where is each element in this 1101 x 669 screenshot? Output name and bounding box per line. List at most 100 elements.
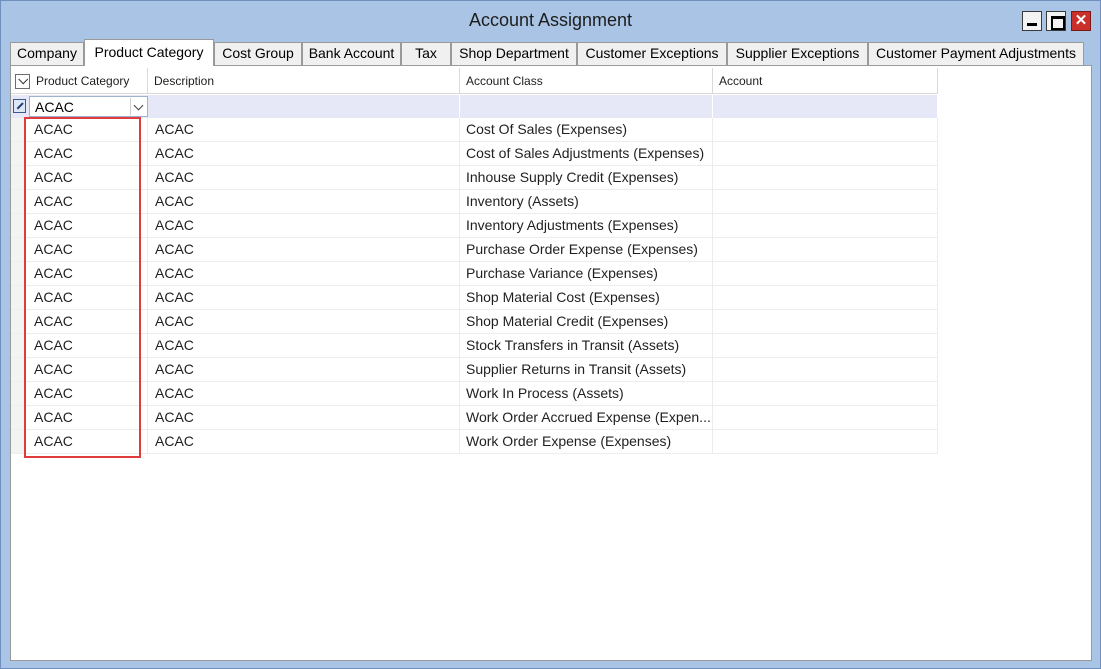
cell-account[interactable] — [713, 382, 938, 405]
row-selector[interactable] — [11, 214, 25, 237]
cell-account-class[interactable]: Inventory (Assets) — [460, 190, 713, 213]
table-row[interactable]: ACAC ACAC Stock Transfers in Transit (Asse… — [11, 334, 938, 358]
cell-account-class[interactable]: Inhouse Supply Credit (Expenses) — [460, 166, 713, 189]
cell-account-class[interactable]: Cost Of Sales (Expenses) — [460, 118, 713, 141]
table-row[interactable]: ACAC ACAC Shop Material Cost (Expenses) — [11, 286, 938, 310]
cell-description[interactable]: ACAC — [148, 190, 460, 213]
table-row[interactable]: ACAC ACAC Work In Process (Assets) — [11, 382, 938, 406]
cell-account[interactable] — [713, 238, 938, 261]
row-selector[interactable] — [11, 262, 25, 285]
cell-description[interactable]: ACAC — [148, 334, 460, 357]
table-row[interactable]: ACAC ACAC Inventory (Assets) — [11, 190, 938, 214]
row-selector[interactable] — [11, 118, 25, 141]
cell-product-category[interactable]: ACAC — [25, 286, 148, 309]
table-row[interactable]: ACAC ACAC Purchase Variance (Expenses) — [11, 262, 938, 286]
minimize-icon[interactable] — [1022, 11, 1042, 31]
cell-account-class[interactable]: Inventory Adjustments (Expenses) — [460, 214, 713, 237]
row-selector[interactable] — [11, 166, 25, 189]
cell-account[interactable] — [713, 262, 938, 285]
tab-company[interactable]: Company — [10, 42, 84, 65]
cell-account-class[interactable]: Shop Material Cost (Expenses) — [460, 286, 713, 309]
tab-customer-exceptions[interactable]: Customer Exceptions — [577, 42, 727, 65]
cell-product-category[interactable]: ACAC — [25, 430, 148, 453]
cell-account-class[interactable]: Work Order Accrued Expense (Expen... — [460, 406, 713, 429]
cell-description[interactable]: ACAC — [148, 262, 460, 285]
table-row[interactable]: ACAC ACAC Inhouse Supply Credit (Expenses) — [11, 166, 938, 190]
account-class-filter-cell[interactable] — [460, 95, 713, 118]
cell-account[interactable] — [713, 334, 938, 357]
cell-account[interactable] — [713, 406, 938, 429]
account-filter-cell[interactable] — [713, 95, 938, 118]
tab-bank-account[interactable]: Bank Account — [302, 42, 401, 65]
row-selector[interactable] — [11, 310, 25, 333]
cell-product-category[interactable]: ACAC — [25, 142, 148, 165]
cell-description[interactable]: ACAC — [148, 286, 460, 309]
table-row[interactable]: ACAC ACAC Shop Material Credit (Expenses) — [11, 310, 938, 334]
column-header-account[interactable]: Account — [713, 68, 938, 94]
table-row[interactable]: ACAC ACAC Purchase Order Expense (Expenses… — [11, 238, 938, 262]
cell-account-class[interactable]: Stock Transfers in Transit (Assets) — [460, 334, 713, 357]
cell-product-category[interactable]: ACAC — [25, 238, 148, 261]
maximize-icon[interactable] — [1046, 11, 1066, 31]
cell-account[interactable] — [713, 310, 938, 333]
cell-product-category[interactable]: ACAC — [25, 334, 148, 357]
column-header-description[interactable]: Description — [148, 68, 460, 94]
cell-product-category[interactable]: ACAC — [25, 358, 148, 381]
tab-customer-payment-adjustments[interactable]: Customer Payment Adjustments — [868, 42, 1084, 65]
tab-supplier-exceptions[interactable]: Supplier Exceptions — [727, 42, 868, 65]
cell-account[interactable] — [713, 118, 938, 141]
table-row[interactable]: ACAC ACAC Cost Of Sales (Expenses) — [11, 118, 938, 142]
description-filter-cell[interactable] — [148, 95, 460, 118]
column-header-account-class[interactable]: Account Class — [460, 68, 713, 94]
tab-tax[interactable]: Tax — [401, 42, 451, 65]
cell-account-class[interactable]: Purchase Order Expense (Expenses) — [460, 238, 713, 261]
cell-product-category[interactable]: ACAC — [25, 382, 148, 405]
cell-account-class[interactable]: Cost of Sales Adjustments (Expenses) — [460, 142, 713, 165]
column-header-product-category[interactable]: Product Category — [11, 68, 148, 94]
table-row[interactable]: ACAC ACAC Work Order Expense (Expenses) — [11, 430, 938, 454]
cell-account[interactable] — [713, 358, 938, 381]
cell-description[interactable]: ACAC — [148, 310, 460, 333]
cell-description[interactable]: ACAC — [148, 406, 460, 429]
cell-description[interactable]: ACAC — [148, 118, 460, 141]
cell-description[interactable]: ACAC — [148, 142, 460, 165]
cell-description[interactable]: ACAC — [148, 358, 460, 381]
cell-description[interactable]: ACAC — [148, 382, 460, 405]
cell-description[interactable]: ACAC — [148, 430, 460, 453]
cell-account[interactable] — [713, 214, 938, 237]
cell-account[interactable] — [713, 142, 938, 165]
cell-product-category[interactable]: ACAC — [25, 190, 148, 213]
column-chooser-icon[interactable] — [15, 74, 30, 89]
filter-edit-icon[interactable] — [13, 99, 26, 113]
cell-description[interactable]: ACAC — [148, 238, 460, 261]
cell-account-class[interactable]: Purchase Variance (Expenses) — [460, 262, 713, 285]
cell-account[interactable] — [713, 286, 938, 309]
row-selector[interactable] — [11, 334, 25, 357]
row-selector[interactable] — [11, 142, 25, 165]
cell-product-category[interactable]: ACAC — [25, 166, 148, 189]
cell-product-category[interactable]: ACAC — [25, 118, 148, 141]
row-selector[interactable] — [11, 286, 25, 309]
cell-description[interactable]: ACAC — [148, 214, 460, 237]
row-selector[interactable] — [11, 238, 25, 261]
row-selector[interactable] — [11, 430, 25, 453]
cell-account[interactable] — [713, 166, 938, 189]
cell-account-class[interactable]: Shop Material Credit (Expenses) — [460, 310, 713, 333]
row-selector[interactable] — [11, 358, 25, 381]
tab-shop-department[interactable]: Shop Department — [451, 42, 577, 65]
cell-account-class[interactable]: Work In Process (Assets) — [460, 382, 713, 405]
cell-product-category[interactable]: ACAC — [25, 214, 148, 237]
table-row[interactable]: ACAC ACAC Work Order Accrued Expense (Expe… — [11, 406, 938, 430]
cell-description[interactable]: ACAC — [148, 166, 460, 189]
tab-cost-group[interactable]: Cost Group — [214, 42, 302, 65]
chevron-down-icon[interactable] — [130, 98, 146, 115]
table-row[interactable]: ACAC ACAC Inventory Adjustments (Expenses) — [11, 214, 938, 238]
cell-product-category[interactable]: ACAC — [25, 406, 148, 429]
close-icon[interactable]: ✕ — [1071, 11, 1091, 31]
cell-account-class[interactable]: Work Order Expense (Expenses) — [460, 430, 713, 453]
cell-product-category[interactable]: ACAC — [25, 262, 148, 285]
table-row[interactable]: ACAC ACAC Cost of Sales Adjustments (Expen… — [11, 142, 938, 166]
row-selector[interactable] — [11, 190, 25, 213]
row-selector[interactable] — [11, 382, 25, 405]
cell-product-category[interactable]: ACAC — [25, 310, 148, 333]
